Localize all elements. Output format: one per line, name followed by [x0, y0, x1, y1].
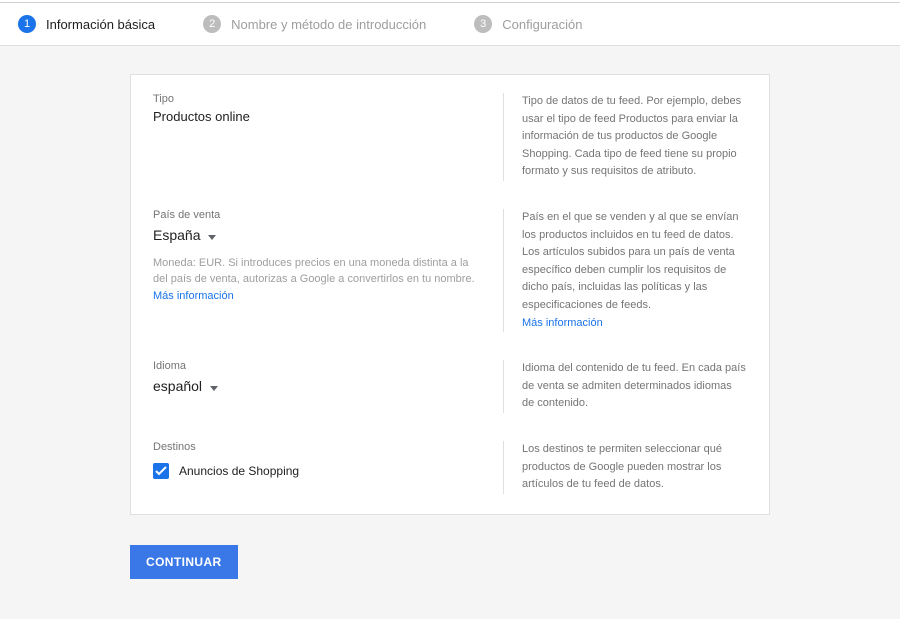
page-content: Tipo Productos online Tipo de datos de t… — [0, 46, 900, 619]
step-num-3: 3 — [474, 15, 492, 33]
type-label: Tipo — [153, 93, 485, 105]
country-dropdown[interactable]: España — [153, 225, 216, 245]
step-label-1: Información básica — [46, 17, 155, 32]
row-country: País de venta España Moneda: EUR. Si int… — [131, 209, 769, 332]
step-num-2: 2 — [203, 15, 221, 33]
type-left: Tipo Productos online — [153, 93, 503, 181]
form-card: Tipo Productos online Tipo de datos de t… — [130, 74, 770, 515]
checkbox-shopping-ads[interactable] — [153, 463, 169, 479]
destinations-help: Los destinos te permiten seleccionar qué… — [503, 441, 747, 494]
step-num-1: 1 — [18, 15, 36, 33]
country-help-link[interactable]: Más información — [522, 317, 603, 329]
row-type: Tipo Productos online Tipo de datos de t… — [131, 93, 769, 181]
country-left: País de venta España Moneda: EUR. Si int… — [153, 209, 503, 332]
destination-option[interactable]: Anuncios de Shopping — [153, 463, 485, 479]
step-2[interactable]: 2 Nombre y método de introducción — [203, 15, 426, 33]
row-destinations: Destinos Anuncios de Shopping Los destin… — [131, 441, 769, 494]
country-hint-text: Moneda: EUR. Si introduces precios en un… — [153, 257, 475, 286]
country-help-text: País en el que se venden y al que se env… — [522, 211, 739, 311]
language-label: Idioma — [153, 360, 485, 372]
country-value: España — [153, 227, 200, 243]
step-3[interactable]: 3 Configuración — [474, 15, 582, 33]
step-1[interactable]: 1 Información básica — [18, 15, 155, 33]
continue-wrap: CONTINUAR — [130, 545, 770, 579]
continue-button[interactable]: CONTINUAR — [130, 545, 238, 579]
step-label-2: Nombre y método de introducción — [231, 17, 426, 32]
type-value: Productos online — [153, 109, 485, 124]
stepper: 1 Información básica 2 Nombre y método d… — [0, 3, 900, 46]
country-hint-link[interactable]: Más información — [153, 290, 234, 302]
language-dropdown[interactable]: español — [153, 376, 218, 396]
country-hint: Moneda: EUR. Si introduces precios en un… — [153, 255, 485, 305]
country-label: País de venta — [153, 209, 485, 221]
destination-option-label: Anuncios de Shopping — [179, 464, 299, 478]
destinations-left: Destinos Anuncios de Shopping — [153, 441, 503, 494]
destinations-label: Destinos — [153, 441, 485, 453]
language-value: español — [153, 378, 202, 394]
step-label-3: Configuración — [502, 17, 582, 32]
language-left: Idioma español — [153, 360, 503, 413]
chevron-down-icon — [210, 378, 218, 394]
country-help: País en el que se venden y al que se env… — [503, 209, 747, 332]
type-help: Tipo de datos de tu feed. Por ejemplo, d… — [503, 93, 747, 181]
chevron-down-icon — [208, 227, 216, 243]
language-help: Idioma del contenido de tu feed. En cada… — [503, 360, 747, 413]
row-language: Idioma español Idioma del contenido de t… — [131, 360, 769, 413]
check-icon — [155, 466, 167, 476]
